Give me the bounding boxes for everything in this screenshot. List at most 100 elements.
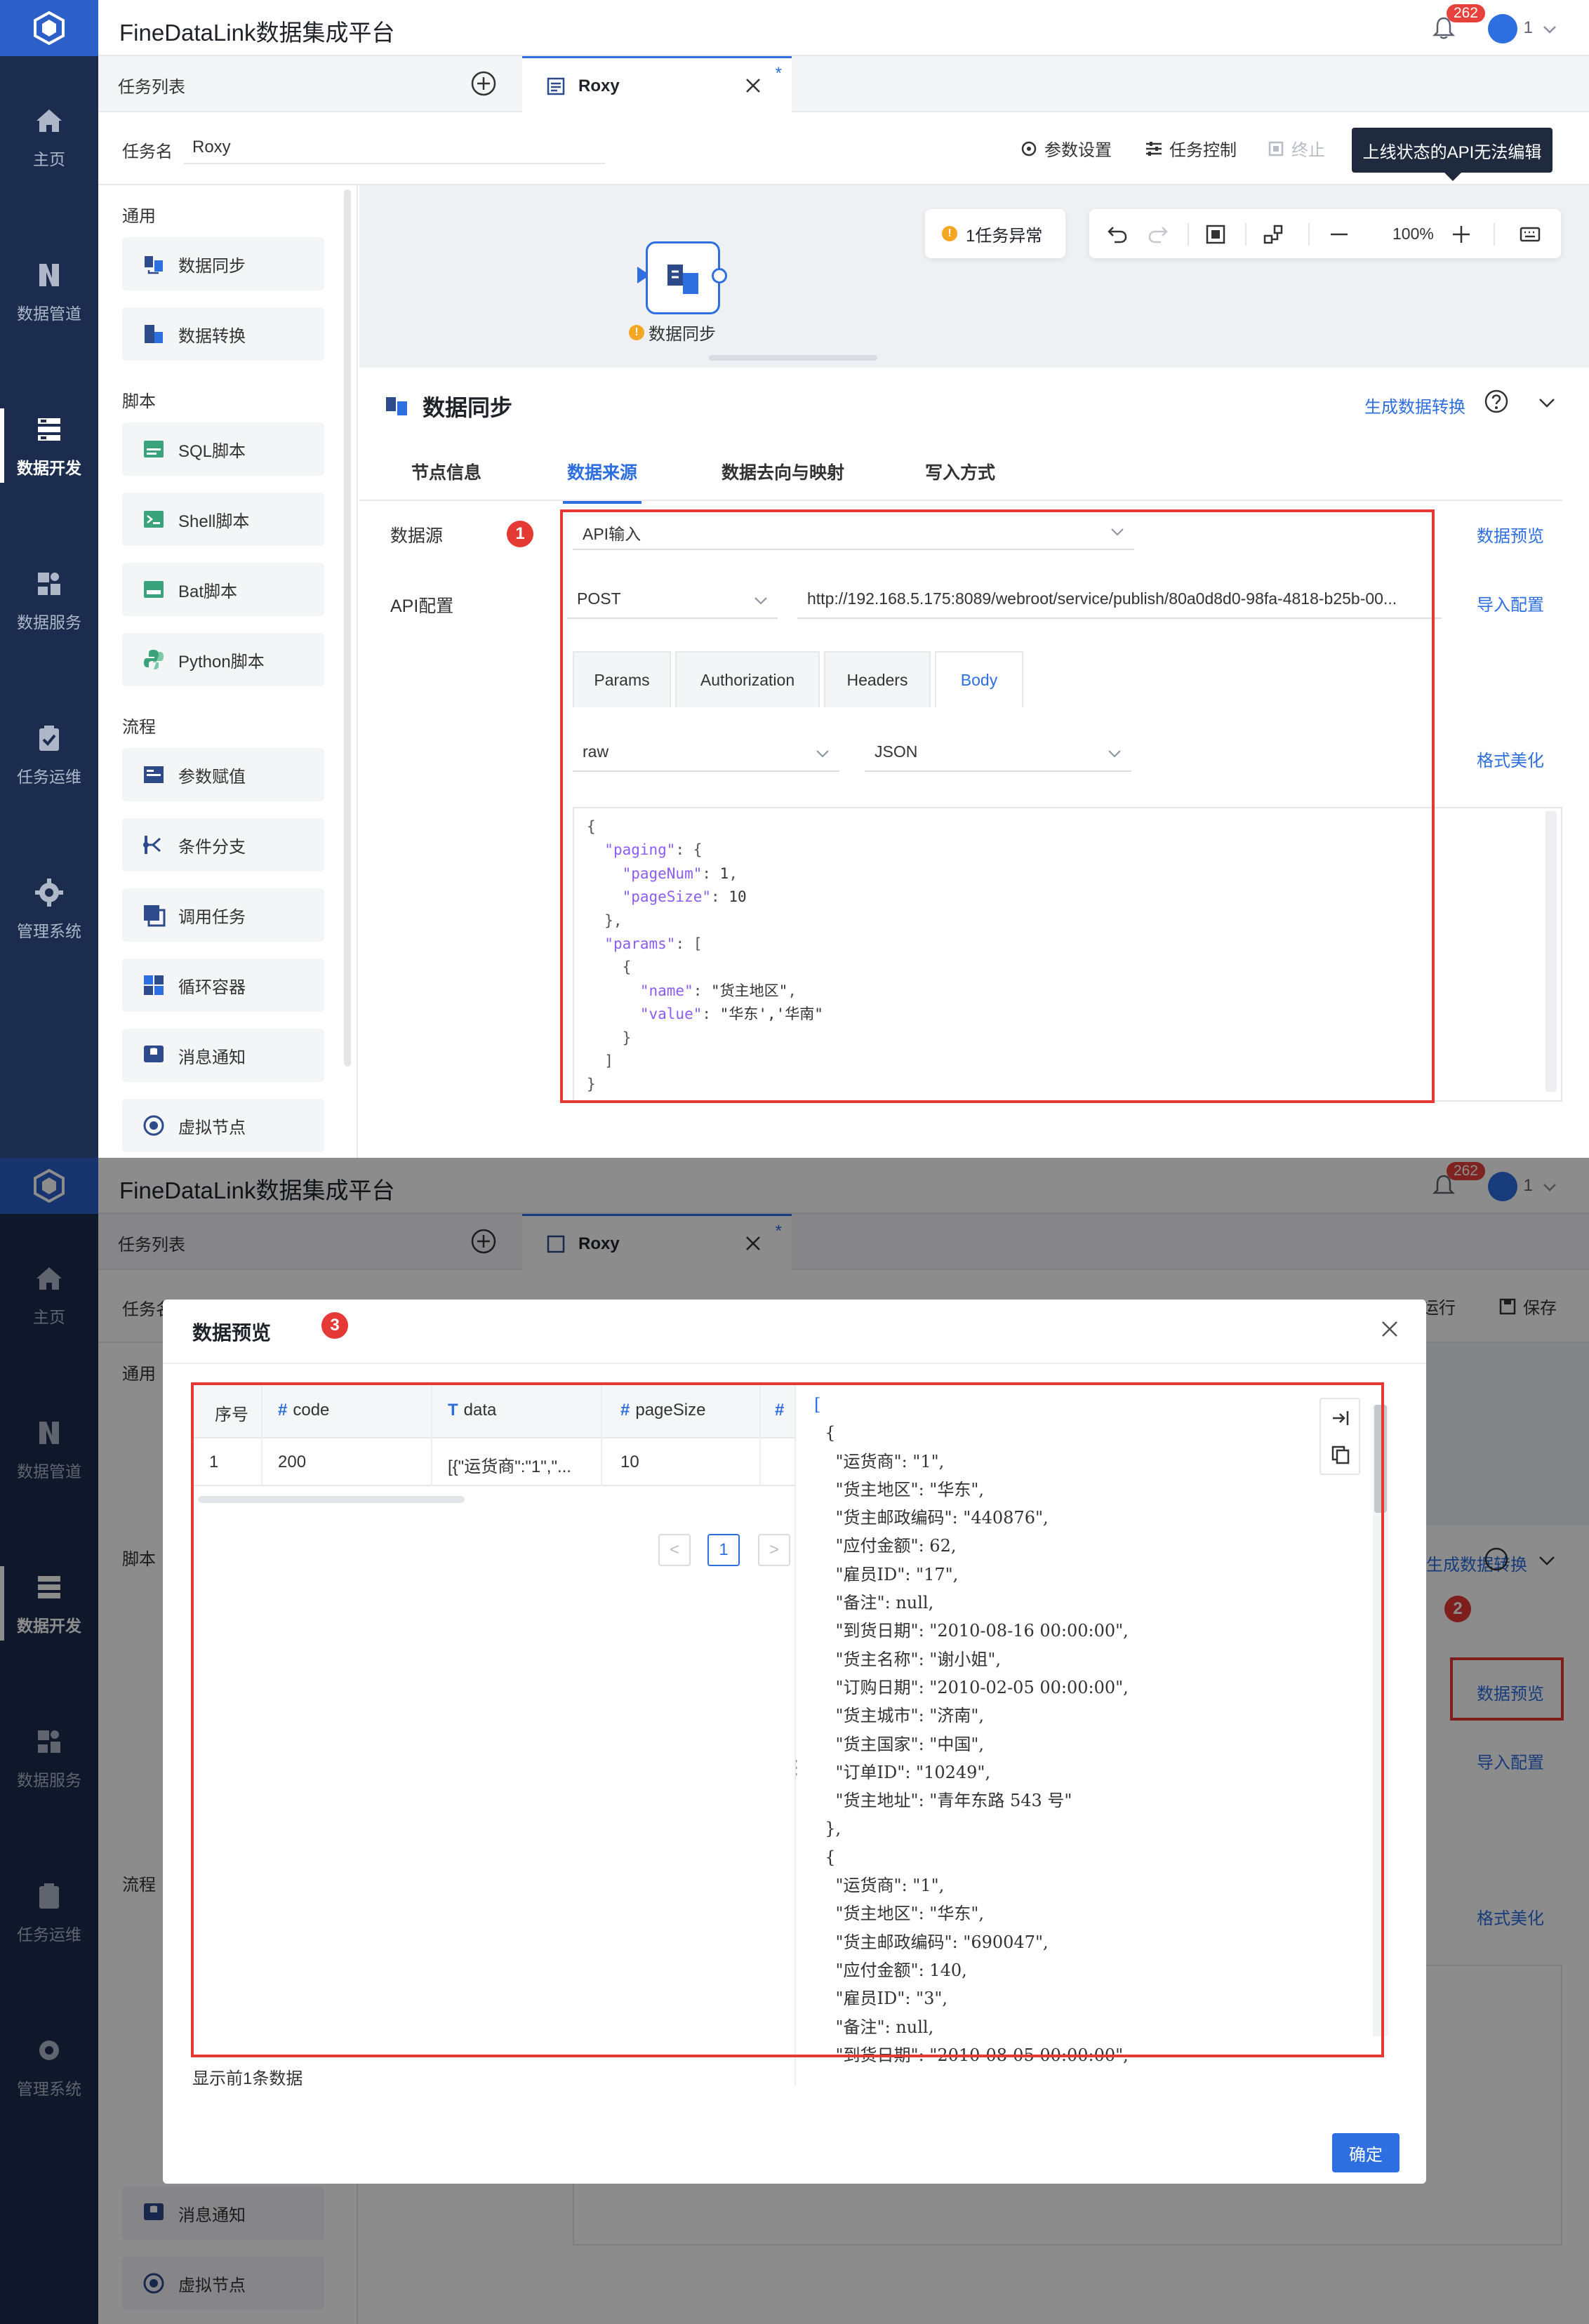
palette-item-label: 参数赋值	[178, 767, 246, 787]
chevron-down-icon	[1108, 750, 1121, 758]
page-current[interactable]: 1	[707, 1534, 740, 1566]
column-divider[interactable]	[261, 1384, 262, 1486]
tab-roxy[interactable]: Roxy *	[522, 56, 792, 112]
editor-scrollbar[interactable]	[1545, 811, 1557, 1092]
tab-headers[interactable]: Headers	[824, 651, 931, 707]
pipeline-icon	[39, 264, 59, 286]
palette-item-sql[interactable]: SQL脚本	[122, 422, 324, 476]
nav-ops[interactable]: 任务运维	[0, 723, 98, 800]
json-scrollbar[interactable]	[1373, 1405, 1388, 2036]
tab-body[interactable]: Body	[935, 651, 1023, 707]
row-count-footer: 显示前1条数据	[192, 2069, 303, 2088]
palette-item-call-task[interactable]: 调用任务	[122, 888, 324, 942]
avatar[interactable]	[1488, 14, 1517, 44]
data-sync-icon	[667, 265, 698, 294]
stop-button[interactable]: 终止	[1266, 136, 1325, 161]
task-list-tab[interactable]: 任务列表	[118, 73, 185, 98]
palette-item-virtual[interactable]: 虚拟节点	[122, 1099, 324, 1152]
task-control-button[interactable]: 任务控制	[1144, 136, 1237, 161]
close-icon[interactable]	[1378, 1318, 1401, 1340]
resize-handle[interactable]	[709, 355, 877, 361]
palette-item-label: 虚拟节点	[178, 1118, 246, 1137]
datasource-select[interactable]: API输入	[573, 514, 1134, 550]
page-prev-button[interactable]: <	[658, 1534, 691, 1566]
nav-home[interactable]: 主页	[0, 105, 98, 182]
column-type: #	[278, 1401, 288, 1420]
tab-data-target[interactable]: 数据去向与映射	[722, 459, 844, 484]
cell-code: 200	[278, 1452, 307, 1471]
column-divider[interactable]	[601, 1384, 602, 1486]
redo-icon[interactable]	[1147, 223, 1169, 246]
palette-item-sync[interactable]: 数据同步	[122, 237, 324, 290]
tab-write-mode[interactable]: 写入方式	[925, 459, 995, 484]
palette-item-param-assign[interactable]: 参数赋值	[122, 748, 324, 801]
canvas-controls: 100%	[1089, 209, 1561, 258]
undo-icon[interactable]	[1106, 223, 1129, 246]
terminal-icon	[144, 511, 164, 528]
app-logo[interactable]	[0, 0, 98, 56]
table-row[interactable]: 1 200 [{"运货商":"1","... 10	[192, 1440, 796, 1486]
exception-badge[interactable]: ! 1任务异常	[925, 209, 1065, 258]
scroll-thumb[interactable]	[1374, 1405, 1387, 1513]
palette-item-shell[interactable]: Shell脚本	[122, 493, 324, 546]
expand-icon[interactable]	[1330, 1408, 1351, 1429]
chevron-down-icon[interactable]	[1541, 21, 1558, 38]
generate-transform-link[interactable]: 生成数据转换	[1364, 393, 1465, 418]
node-output-port[interactable]	[712, 268, 727, 283]
nav-label: 主页	[33, 150, 65, 168]
column-divider[interactable]	[431, 1384, 432, 1486]
tab-params[interactable]: Params	[573, 651, 671, 707]
sync-node[interactable]	[646, 241, 720, 314]
body-format-select[interactable]: JSON	[865, 735, 1131, 772]
column-divider[interactable]	[759, 1384, 761, 1486]
table-scrollbar[interactable]	[198, 1496, 465, 1503]
task-name-input[interactable]: Roxy	[184, 132, 605, 164]
unsaved-mark: *	[775, 64, 782, 83]
palette-scrollbar[interactable]	[344, 189, 351, 1067]
palette-item-bat[interactable]: Bat脚本	[122, 563, 324, 616]
tab-authorization[interactable]: Authorization	[675, 651, 820, 707]
chevron-down-icon[interactable]	[1537, 393, 1557, 413]
python-icon	[144, 650, 164, 669]
json-preview[interactable]: [ { "运货商": "1", "货主地区": "华东", "货主邮政编码": …	[794, 1384, 1398, 2085]
palette-item-transform[interactable]: 数据转换	[122, 307, 324, 361]
close-icon[interactable]	[743, 75, 764, 96]
palette-item-notify[interactable]: 消息通知	[122, 1029, 324, 1082]
nav-service[interactable]: 数据服务	[0, 568, 98, 646]
zoom-in-icon[interactable]	[1450, 223, 1472, 246]
params-button[interactable]: 参数设置	[1019, 136, 1112, 161]
body-code-editor[interactable]: { "paging": { "pageNum": 1, "pageSize": …	[573, 807, 1562, 1102]
fit-view-icon[interactable]	[1204, 223, 1227, 246]
column-name: data	[463, 1401, 497, 1420]
data-preview-link[interactable]: 数据预览	[1477, 522, 1544, 547]
nav-dev[interactable]: 数据开发	[0, 408, 98, 491]
palette-item-python[interactable]: Python脚本	[122, 633, 324, 686]
nav-admin[interactable]: 管理系统	[0, 877, 98, 954]
body-type-select[interactable]: raw	[573, 735, 839, 772]
tab-data-source[interactable]: 数据来源	[562, 459, 642, 504]
palette-item-loop[interactable]: 循环容器	[122, 959, 324, 1012]
beautify-link[interactable]: 格式美化	[1477, 747, 1544, 771]
node-label: ! 数据同步	[629, 320, 716, 345]
copy-icon[interactable]	[1330, 1444, 1351, 1465]
confirm-button[interactable]: 确定	[1332, 2133, 1399, 2172]
import-config-link[interactable]: 导入配置	[1477, 591, 1544, 615]
page-next-button[interactable]: >	[758, 1534, 790, 1566]
loop-container-icon	[144, 975, 164, 995]
column-header: # code	[278, 1401, 329, 1420]
data-transform-icon	[145, 325, 163, 343]
plus-circle-icon[interactable]	[470, 70, 497, 97]
keyboard-icon[interactable]	[1519, 223, 1541, 246]
palette-item-label: 消息通知	[178, 1048, 246, 1067]
api-url-input[interactable]: http://192.168.5.175:8089/webroot/servic…	[797, 582, 1442, 619]
method-select[interactable]: POST	[567, 582, 778, 619]
params-label: 参数设置	[1044, 141, 1112, 160]
layout-icon[interactable]	[1262, 223, 1284, 246]
virtual-node-icon	[143, 1115, 164, 1136]
nav-pipeline[interactable]: 数据管道	[0, 260, 98, 337]
palette-item-branch[interactable]: 条件分支	[122, 818, 324, 872]
tab-node-info[interactable]: 节点信息	[411, 459, 481, 484]
warning-icon: !	[942, 226, 957, 241]
zoom-out-icon[interactable]	[1328, 223, 1350, 246]
help-icon[interactable]	[1484, 389, 1509, 414]
